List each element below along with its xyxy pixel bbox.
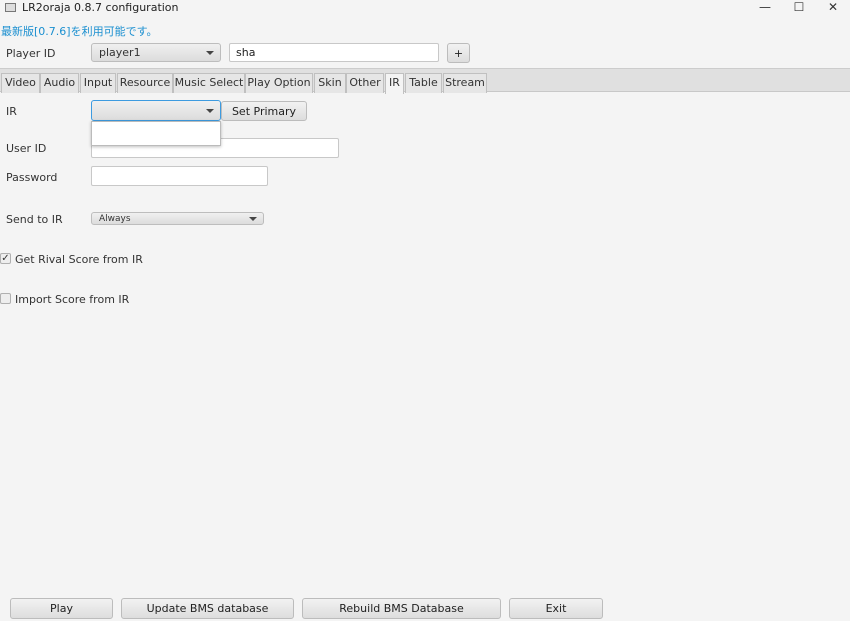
player-name-input[interactable]: sha	[229, 43, 439, 62]
chevron-down-icon	[206, 51, 214, 55]
rival-score-label: Get Rival Score from IR	[15, 253, 143, 266]
player-id-select[interactable]: player1	[91, 43, 221, 62]
tab-table[interactable]: Table	[405, 73, 442, 93]
app-icon	[5, 3, 16, 12]
window-title: LR2oraja 0.8.7 configuration	[22, 1, 179, 14]
send-to-ir-value: Always	[99, 214, 131, 224]
ir-select[interactable]	[91, 100, 221, 121]
update-notice-link[interactable]: 最新版[0.7.6]を利用可能です。	[1, 23, 157, 39]
close-button[interactable]: ✕	[816, 0, 850, 16]
tab-music-select[interactable]: Music Select	[173, 73, 245, 93]
password-input[interactable]	[91, 166, 268, 186]
tab-other[interactable]: Other	[346, 73, 384, 93]
rebuild-database-button[interactable]: Rebuild BMS Database	[302, 598, 501, 619]
tab-resource[interactable]: Resource	[117, 73, 173, 93]
exit-button[interactable]: Exit	[509, 598, 603, 619]
tab-bar: Video Audio Input Resource Music Select …	[0, 68, 850, 94]
chevron-down-icon	[206, 109, 214, 113]
tab-skin[interactable]: Skin	[314, 73, 346, 93]
title-bar: LR2oraja 0.8.7 configuration — ☐ ✕	[0, 0, 850, 16]
player-id-label: Player ID	[6, 47, 56, 60]
user-id-label: User ID	[6, 142, 47, 155]
tab-play-option[interactable]: Play Option	[245, 73, 313, 93]
ir-dropdown-list[interactable]	[91, 121, 221, 146]
tab-ir[interactable]: IR	[385, 73, 404, 94]
add-player-button[interactable]: +	[447, 43, 470, 63]
tab-audio[interactable]: Audio	[40, 73, 79, 93]
player-id-value: player1	[99, 46, 141, 59]
tab-stream[interactable]: Stream	[443, 73, 487, 93]
set-primary-button[interactable]: Set Primary	[221, 101, 307, 121]
import-score-label: Import Score from IR	[15, 293, 130, 306]
import-score-checkbox[interactable]	[0, 293, 11, 304]
send-to-ir-select[interactable]: Always	[91, 212, 264, 225]
tab-video[interactable]: Video	[1, 73, 40, 93]
send-to-ir-label: Send to IR	[6, 213, 63, 226]
password-label: Password	[6, 171, 58, 184]
chevron-down-icon	[249, 217, 257, 221]
rival-score-checkbox[interactable]: ✓	[0, 253, 11, 264]
minimize-button[interactable]: —	[748, 0, 782, 16]
play-button[interactable]: Play	[10, 598, 113, 619]
maximize-button[interactable]: ☐	[782, 0, 816, 16]
update-database-button[interactable]: Update BMS database	[121, 598, 294, 619]
ir-label: IR	[6, 105, 17, 118]
tab-input[interactable]: Input	[80, 73, 116, 93]
